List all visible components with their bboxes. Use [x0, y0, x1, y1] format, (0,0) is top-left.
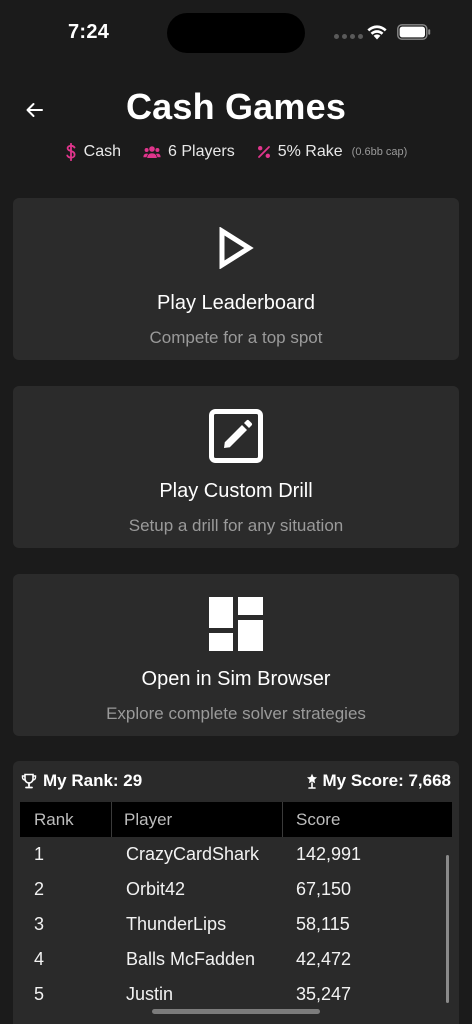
table-row[interactable]: 3 ThunderLips 58,115: [20, 907, 452, 942]
page-title: Cash Games: [125, 86, 347, 127]
column-header-player[interactable]: Player: [112, 802, 283, 837]
status-time: 7:24: [68, 21, 110, 43]
home-indicator[interactable]: [152, 1009, 320, 1014]
card-subtitle: Compete for a top spot: [149, 328, 323, 347]
trophy-icon: [21, 773, 37, 789]
dynamic-island: [167, 13, 305, 53]
cell-score: 58,115: [296, 914, 350, 934]
star-award-icon: [307, 773, 318, 789]
my-score-label: My Score: 7,668: [322, 771, 451, 790]
my-rank-label: My Rank: 29: [43, 771, 143, 790]
cell-player: Justin: [126, 984, 174, 1004]
my-score: My Score: 7,668: [306, 771, 451, 791]
leaderboard-table: Rank Player Score 1 CrazyCardShark 142,9…: [20, 802, 452, 1012]
cell-rank: 4: [34, 949, 45, 969]
card-title: Play Leaderboard: [157, 292, 315, 314]
meta-rake: 5% Rake (0.6bb cap): [257, 143, 408, 161]
column-header-rank[interactable]: Rank: [20, 802, 112, 837]
table-header: Rank Player Score: [20, 802, 452, 837]
cell-rank: 2: [34, 879, 45, 899]
card-subtitle: Setup a drill for any situation: [128, 516, 344, 535]
cell-score: 67,150: [296, 879, 352, 899]
wifi-icon: [367, 25, 387, 40]
cell-score: 142,991: [296, 844, 362, 864]
cell-rank: 1: [34, 844, 45, 864]
table-row[interactable]: 4 Balls McFadden 42,472: [20, 942, 452, 977]
table-row[interactable]: 5 Justin 35,247: [20, 977, 452, 1012]
play-custom-drill-card[interactable]: Play Custom Drill Setup a drill for any …: [13, 386, 459, 548]
cellular-signal-icon: [334, 34, 363, 39]
edit-icon: [209, 409, 263, 463]
table-scrollbar[interactable]: [446, 855, 449, 1003]
meta-rake-note: (0.6bb cap): [351, 146, 408, 158]
card-subtitle: Explore complete solver strategies: [106, 704, 366, 723]
cell-player: ThunderLips: [126, 914, 227, 934]
leaderboard-panel: My Rank: 29 My Score: 7,668 Rank Player …: [13, 761, 459, 1024]
meta-type-label: Cash: [83, 143, 122, 160]
meta-rake-label: 5% Rake: [277, 143, 343, 160]
cell-player: Orbit42: [126, 879, 186, 899]
cell-score: 42,472: [296, 949, 352, 969]
game-meta-row: Cash 6 Players 5% Rake (0.6bb cap): [0, 143, 472, 161]
cell-rank: 3: [34, 914, 45, 934]
meta-players-label: 6 Players: [168, 143, 235, 160]
play-leaderboard-card[interactable]: Play Leaderboard Compete for a top spot: [13, 198, 459, 360]
percent-icon: [257, 145, 271, 159]
cell-rank: 5: [34, 984, 45, 1004]
card-title: Play Custom Drill: [159, 480, 313, 502]
meta-type: Cash: [65, 143, 121, 161]
cash-games-screen: 7:24 Cash Games Cash 6 Players 5% Rake (…: [0, 0, 472, 1024]
open-sim-browser-card[interactable]: Open in Sim Browser Explore complete sol…: [13, 574, 459, 736]
column-header-score[interactable]: Score: [283, 802, 340, 837]
table-row[interactable]: 1 CrazyCardShark 142,991: [20, 837, 452, 872]
meta-players: 6 Players: [143, 143, 235, 161]
dollar-icon: [65, 143, 77, 161]
play-icon: [219, 227, 254, 269]
cell-player: CrazyCardShark: [126, 844, 260, 864]
status-bar: 7:24: [0, 0, 472, 64]
cell-player: Balls McFadden: [126, 949, 256, 969]
card-title: Open in Sim Browser: [141, 668, 331, 690]
my-rank: My Rank: 29: [21, 771, 142, 791]
dashboard-icon: [209, 597, 263, 651]
cell-score: 35,247: [296, 984, 352, 1004]
my-stats-row: My Rank: 29 My Score: 7,668: [13, 769, 459, 795]
players-icon: [143, 145, 161, 159]
table-row[interactable]: 2 Orbit42 67,150: [20, 872, 452, 907]
battery-icon: [397, 24, 431, 40]
